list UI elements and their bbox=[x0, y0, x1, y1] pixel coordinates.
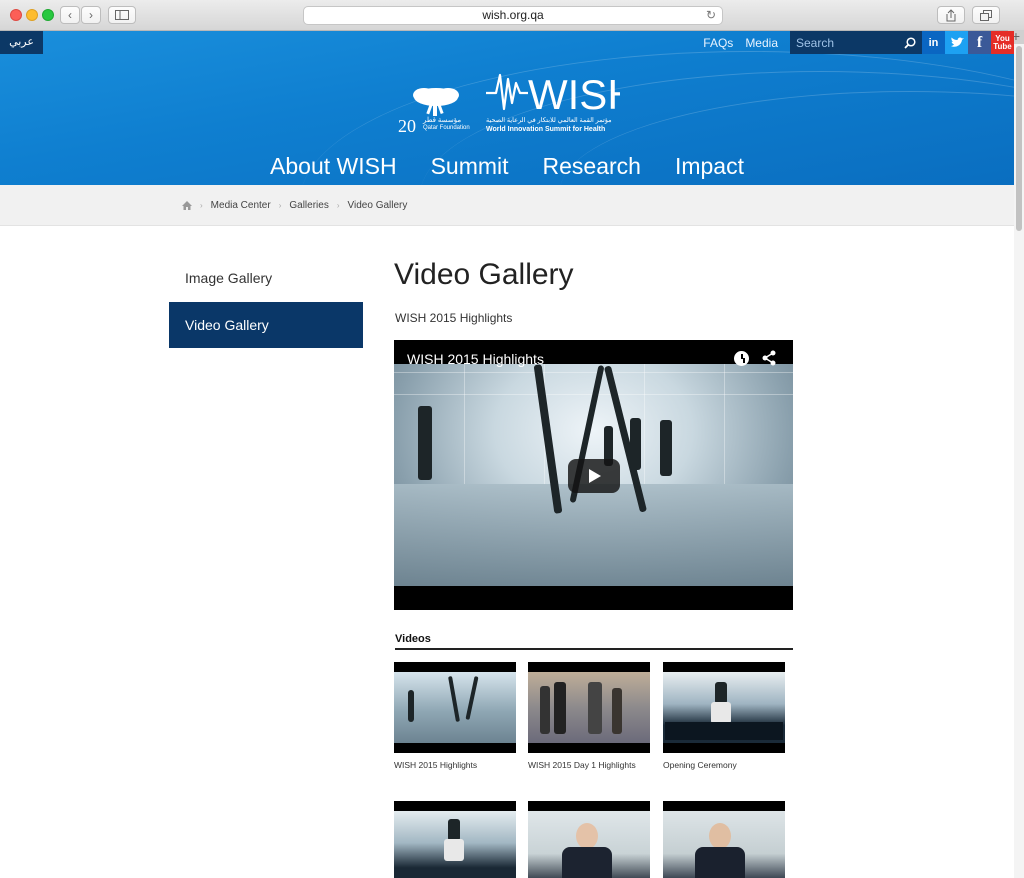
video-thumbnail[interactable] bbox=[528, 801, 650, 878]
breadcrumb-separator-icon: › bbox=[278, 200, 282, 210]
chevron-left-icon: ‹ bbox=[68, 8, 72, 22]
video-caption[interactable]: WISH 2015 Highlights bbox=[394, 760, 477, 770]
breadcrumb-separator-icon: › bbox=[336, 200, 340, 210]
video-thumbnail[interactable] bbox=[394, 801, 516, 878]
site-header: عربي FAQs Media Search in f You Tube 20 … bbox=[0, 31, 1014, 185]
qf-arabic-name: مؤسسة قطر bbox=[423, 117, 462, 124]
faqs-link[interactable]: FAQs bbox=[703, 36, 733, 50]
speaker-figure bbox=[715, 682, 727, 704]
speaker-face bbox=[709, 823, 731, 849]
heartbeat-logo-mark: WISH bbox=[486, 71, 638, 118]
qatar-foundation-logo[interactable]: 20 مؤسسة قطر Qatar Foundation bbox=[398, 86, 473, 144]
window-mullion bbox=[644, 364, 645, 484]
tabs-overview-button[interactable] bbox=[972, 6, 1000, 24]
tabs-icon bbox=[980, 9, 992, 21]
twitter-bird-icon bbox=[950, 37, 964, 47]
forward-button[interactable]: › bbox=[81, 6, 101, 24]
nav-summit[interactable]: Summit bbox=[431, 153, 509, 180]
minimize-window-button[interactable] bbox=[26, 9, 38, 21]
wish-arabic-name: مؤتمر القمة العالمي للابتكار في الرعاية … bbox=[486, 117, 612, 124]
facebook-icon[interactable]: f bbox=[968, 31, 991, 54]
linkedin-icon[interactable]: in bbox=[922, 31, 945, 54]
share-icon bbox=[946, 8, 956, 21]
video-thumbnail[interactable] bbox=[394, 662, 516, 753]
breadcrumb-media-center[interactable]: Media Center bbox=[211, 200, 271, 211]
nav-research[interactable]: Research bbox=[543, 153, 641, 180]
main-navigation: About WISH Summit Research Impact bbox=[0, 153, 1014, 180]
person-figure bbox=[612, 688, 622, 734]
breadcrumb-separator-icon: › bbox=[200, 200, 203, 210]
scrollbar-thumb[interactable] bbox=[1016, 46, 1022, 231]
podium bbox=[711, 702, 731, 724]
twitter-icon[interactable] bbox=[945, 31, 968, 54]
address-bar[interactable]: wish.org.qa ↻ bbox=[303, 6, 723, 25]
breadcrumb-bar: › Media Center › Galleries › Video Galle… bbox=[0, 185, 1014, 226]
qf-anniversary-number: 20 bbox=[398, 116, 416, 136]
youtube-icon[interactable]: You Tube bbox=[991, 31, 1014, 54]
watch-later-icon[interactable] bbox=[734, 351, 749, 366]
person-figure bbox=[408, 690, 414, 722]
top-links: FAQs Media Search in f You Tube bbox=[703, 31, 1014, 54]
back-button[interactable]: ‹ bbox=[60, 6, 80, 24]
person-figure bbox=[540, 686, 550, 734]
search-input[interactable]: Search bbox=[790, 31, 922, 54]
qf-english-name: Qatar Foundation bbox=[423, 125, 470, 131]
window-mullion bbox=[724, 364, 725, 484]
audience bbox=[665, 722, 783, 740]
sidebar-item-video-gallery[interactable]: Video Gallery bbox=[169, 302, 363, 348]
video-thumbnail[interactable] bbox=[528, 662, 650, 753]
media-link[interactable]: Media bbox=[745, 36, 778, 50]
search-placeholder: Search bbox=[796, 35, 835, 50]
person-figure bbox=[588, 682, 602, 734]
reload-icon[interactable]: ↻ bbox=[706, 7, 716, 24]
tree-icon bbox=[413, 88, 459, 116]
share-icon[interactable] bbox=[761, 350, 777, 366]
zoom-window-button[interactable] bbox=[42, 9, 54, 21]
breadcrumb: › Media Center › Galleries › Video Galle… bbox=[182, 185, 407, 225]
nav-about-wish[interactable]: About WISH bbox=[270, 153, 397, 180]
person-figure bbox=[630, 418, 641, 470]
breadcrumb-galleries[interactable]: Galleries bbox=[289, 200, 328, 211]
page-scrollbar[interactable] bbox=[1014, 44, 1024, 878]
videos-heading: Videos bbox=[395, 633, 793, 650]
video-thumbnail[interactable] bbox=[663, 801, 785, 878]
speaker-figure bbox=[448, 819, 460, 841]
home-icon[interactable] bbox=[182, 200, 192, 210]
arabic-language-button[interactable]: عربي bbox=[0, 31, 43, 54]
wish-logo-text: WISH bbox=[528, 71, 620, 113]
sidebar-item-image-gallery[interactable]: Image Gallery bbox=[169, 255, 363, 301]
close-window-button[interactable] bbox=[10, 9, 22, 21]
person-figure bbox=[418, 406, 432, 480]
video-player[interactable]: WISH 2015 Highlights bbox=[394, 340, 793, 610]
chevron-right-icon: › bbox=[89, 8, 93, 22]
wish-logo[interactable]: WISH مؤتمر القمة العالمي للابتكار في الر… bbox=[484, 69, 638, 141]
url-text: wish.org.qa bbox=[482, 8, 544, 22]
wish-english-name: World Innovation Summit for Health bbox=[486, 126, 606, 133]
speaker-face bbox=[576, 823, 598, 849]
sidebar-icon bbox=[115, 10, 129, 20]
video-caption[interactable]: WISH 2015 Day 1 Highlights bbox=[528, 760, 636, 770]
player-title[interactable]: WISH 2015 Highlights bbox=[407, 351, 544, 367]
sidebar-toggle-button[interactable] bbox=[108, 6, 136, 24]
podium bbox=[444, 839, 464, 861]
page-title: Video Gallery bbox=[394, 258, 574, 291]
play-button[interactable] bbox=[568, 459, 620, 493]
breadcrumb-video-gallery: Video Gallery bbox=[347, 199, 408, 211]
share-button[interactable] bbox=[937, 6, 965, 24]
video-subtitle: WISH 2015 Highlights bbox=[395, 311, 513, 325]
video-thumbnail[interactable] bbox=[663, 662, 785, 753]
speaker-suit bbox=[562, 847, 612, 878]
speaker-suit bbox=[695, 847, 745, 878]
ceiling-line bbox=[394, 372, 793, 373]
search-icon[interactable] bbox=[904, 36, 916, 49]
person-figure bbox=[660, 420, 672, 476]
browser-toolbar: ‹ › wish.org.qa ↻ bbox=[0, 0, 1024, 31]
video-caption[interactable]: Opening Ceremony bbox=[663, 760, 737, 770]
video-floor-reflection bbox=[394, 484, 793, 586]
window-mullion bbox=[464, 364, 465, 484]
nav-impact[interactable]: Impact bbox=[675, 153, 744, 180]
person-figure bbox=[554, 682, 566, 734]
